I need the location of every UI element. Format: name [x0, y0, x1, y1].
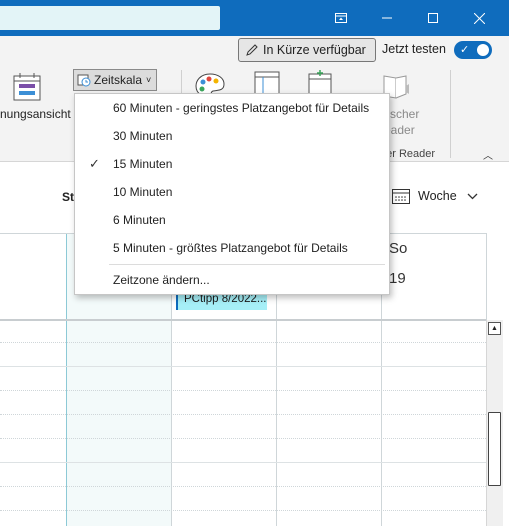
- chevron-down-icon: ˅: [146, 75, 152, 85]
- calendar-icon: [392, 188, 410, 204]
- search-box[interactable]: [0, 6, 220, 30]
- slot-line: [0, 486, 486, 487]
- scroll-up-arrow-icon[interactable]: ▲: [488, 322, 501, 335]
- try-now-toggle[interactable]: ✓: [454, 41, 492, 59]
- coming-soon-label: In Kürze verfügbar: [263, 43, 366, 57]
- day-label-sunday: So: [389, 240, 408, 257]
- view-mode-label: Woche: [418, 189, 457, 203]
- toggle-knob: [477, 44, 489, 56]
- day-number-sunday[interactable]: 19: [389, 270, 406, 287]
- slot-line: [0, 510, 486, 511]
- restore-ribbon-icon[interactable]: [318, 0, 364, 36]
- menu-item-label: 15 Minuten: [113, 157, 173, 171]
- arrangement-view-icon[interactable]: [12, 72, 42, 105]
- slot-line: [0, 342, 486, 343]
- menu-item-change-timezone[interactable]: Zeitzone ändern...: [75, 266, 389, 294]
- menu-item-label: 30 Minuten: [113, 129, 173, 143]
- menu-item-label: 5 Minuten - größtes Platzangebot für Det…: [113, 241, 348, 255]
- scroll-thumb[interactable]: [488, 412, 501, 486]
- st-label: St: [62, 190, 74, 204]
- ribbon-divider: [450, 70, 451, 158]
- menu-item-60-minutes[interactable]: 60 Minuten - geringstes Platzangebot für…: [75, 94, 389, 122]
- slot-line: [0, 414, 486, 415]
- menu-item-label: Zeitzone ändern...: [113, 273, 210, 287]
- menu-item-label: 10 Minuten: [113, 185, 173, 199]
- allday-separator: [0, 319, 486, 321]
- clock-icon: [77, 73, 91, 87]
- collapse-ribbon-icon[interactable]: ︿: [483, 147, 493, 162]
- menu-item-10-minutes[interactable]: 10 Minuten: [75, 178, 389, 206]
- slot-line: [0, 438, 486, 439]
- menu-divider: [109, 264, 385, 265]
- menu-item-6-minutes[interactable]: 6 Minuten: [75, 206, 389, 234]
- menu-item-30-minutes[interactable]: 30 Minuten: [75, 122, 389, 150]
- arrangement-view-label: nungsansicht: [0, 107, 71, 121]
- checkmark-icon: ✓: [89, 156, 100, 171]
- check-icon: ✓: [460, 44, 470, 56]
- pen-icon: [245, 43, 259, 57]
- chevron-down-icon: [467, 193, 478, 200]
- menu-item-5-minutes[interactable]: 5 Minuten - größtes Platzangebot für Det…: [75, 234, 389, 262]
- maximize-icon[interactable]: [410, 0, 456, 36]
- view-mode-button[interactable]: Woche: [392, 184, 478, 208]
- timescale-button[interactable]: Zeitskala ˅: [73, 69, 157, 91]
- close-icon[interactable]: [456, 0, 502, 36]
- minimize-icon[interactable]: [364, 0, 410, 36]
- coming-soon-button[interactable]: In Kürze verfügbar: [238, 38, 376, 62]
- hour-line: [0, 462, 486, 463]
- timescale-label: Zeitskala: [94, 73, 143, 87]
- timescale-menu: 60 Minuten - geringstes Platzangebot für…: [74, 93, 390, 295]
- menu-item-15-minutes[interactable]: ✓ 15 Minuten: [75, 150, 389, 178]
- hour-line: [0, 366, 486, 367]
- menu-item-label: 60 Minuten - geringstes Platzangebot für…: [113, 101, 370, 115]
- menu-item-label: 6 Minuten: [113, 213, 166, 227]
- try-now-label: Jetzt testen: [382, 42, 446, 56]
- slot-line: [0, 390, 486, 391]
